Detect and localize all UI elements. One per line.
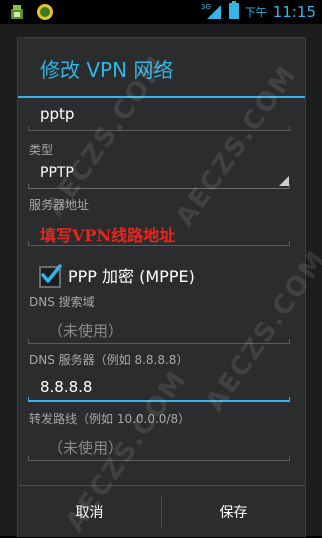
- dialog-button-bar: 取消 保存: [18, 485, 305, 538]
- spinner-arrow-icon: [279, 176, 289, 186]
- battery-icon: [228, 1, 239, 23]
- type-label: 类型: [29, 143, 54, 157]
- ppp-encryption-label: PPP 加密 (MPPE): [68, 267, 195, 286]
- checkmark-icon: [41, 264, 62, 283]
- routes-underline: [28, 456, 290, 461]
- server-address-input[interactable]: [28, 241, 290, 246]
- dns-search-label: DNS 搜索域: [29, 295, 95, 309]
- status-ampm: 下午: [244, 6, 267, 19]
- ppp-encryption-checkbox[interactable]: [39, 264, 62, 288]
- dns-server-input[interactable]: 8.8.8.8: [40, 378, 92, 396]
- signal-icon: 3G: [201, 1, 223, 23]
- svg-text:3G: 3G: [201, 3, 211, 11]
- status-bar: 3G 下午 11:15: [0, 0, 322, 24]
- vpn-name-input[interactable]: pptp: [40, 105, 74, 123]
- dns-server-label: DNS 服务器（例如 8.8.8.8）: [29, 353, 189, 367]
- save-button[interactable]: 保存: [162, 486, 305, 538]
- status-smiley-icon: [36, 3, 54, 25]
- status-time: 11:15: [272, 3, 316, 21]
- server-address-annotation: 填写VPN线路地址: [40, 226, 176, 245]
- dns-search-input[interactable]: （未使用）: [48, 320, 123, 341]
- app-icon: [8, 3, 26, 25]
